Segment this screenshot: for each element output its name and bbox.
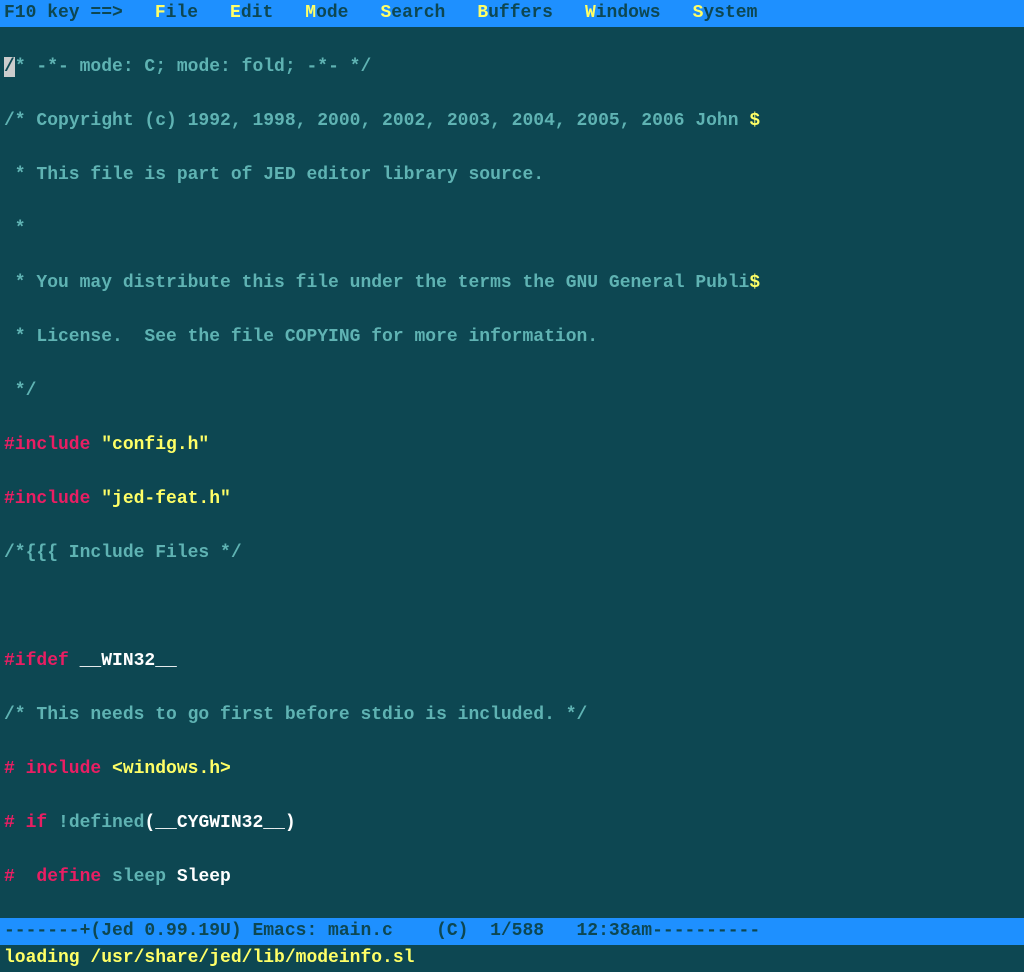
code-line: * License. See the file COPYING for more… bbox=[4, 324, 1020, 351]
code-line: /*{{{ Include Files */ bbox=[4, 540, 1020, 567]
statusbar: -------+(Jed 0.99.19U) Emacs: main.c (C)… bbox=[0, 918, 1024, 945]
code-line: #ifdef __WIN32__ bbox=[4, 648, 1020, 675]
menu-system[interactable]: System bbox=[693, 0, 758, 27]
code-line bbox=[4, 594, 1020, 621]
loading-message: loading /usr/share/jed/lib/modeinfo.sl bbox=[4, 948, 414, 968]
menu-mode[interactable]: Mode bbox=[305, 0, 348, 27]
code-line: /* -*- mode: C; mode: fold; -*- */ bbox=[4, 54, 1020, 81]
code-line: /* Copyright (c) 1992, 1998, 2000, 2002,… bbox=[4, 108, 1020, 135]
code-line: * bbox=[4, 216, 1020, 243]
menu-buffers[interactable]: Buffers bbox=[477, 0, 553, 27]
text-cursor: / bbox=[4, 57, 15, 77]
code-line: # if !defined(__CYGWIN32__) bbox=[4, 810, 1020, 837]
code-line: #include "config.h" bbox=[4, 432, 1020, 459]
menu-file[interactable]: File bbox=[155, 0, 198, 27]
code-line: * This file is part of JED editor librar… bbox=[4, 162, 1020, 189]
f10-hint: F10 key ==> bbox=[4, 0, 123, 27]
menu-windows[interactable]: Windows bbox=[585, 0, 661, 27]
code-line: /* This needs to go first before stdio i… bbox=[4, 702, 1020, 729]
code-line: # define sleep Sleep bbox=[4, 864, 1020, 891]
truncate-marker: $ bbox=[749, 111, 760, 131]
truncate-marker: $ bbox=[749, 273, 760, 293]
editor-area[interactable]: /* -*- mode: C; mode: fold; -*- */ /* Co… bbox=[0, 27, 1024, 918]
menu-search[interactable]: Search bbox=[380, 0, 445, 27]
code-line: #include "jed-feat.h" bbox=[4, 486, 1020, 513]
code-line: * You may distribute this file under the… bbox=[4, 270, 1020, 297]
minibuffer: loading /usr/share/jed/lib/modeinfo.sl bbox=[0, 945, 1024, 972]
code-line: */ bbox=[4, 378, 1020, 405]
menu-edit[interactable]: Edit bbox=[230, 0, 273, 27]
status-text: -------+(Jed 0.99.19U) Emacs: main.c (C)… bbox=[4, 921, 760, 941]
menubar: F10 key ==> File Edit Mode Search Buffers Wind… bbox=[0, 0, 1024, 27]
code-line: # include <windows.h> bbox=[4, 756, 1020, 783]
